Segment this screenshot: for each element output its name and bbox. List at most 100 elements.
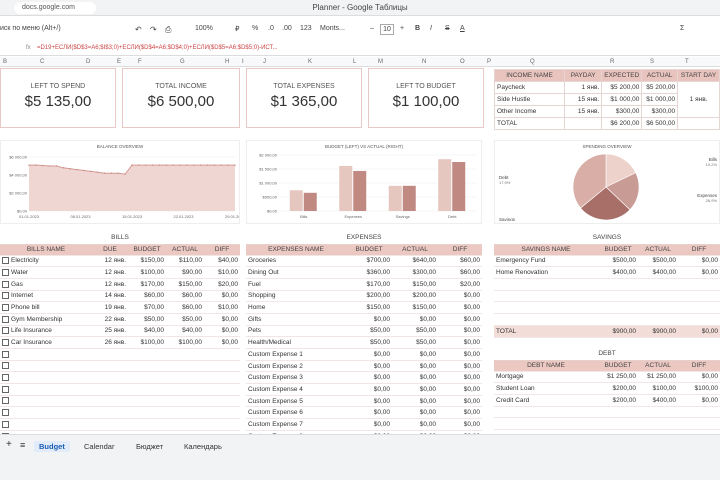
checkbox[interactable] — [2, 374, 9, 382]
table-row[interactable]: Pets $50,00 $50,00 $0,00 — [246, 325, 482, 338]
column-header-cell[interactable]: Q — [530, 59, 535, 65]
column-header-cell[interactable]: O — [460, 59, 465, 65]
cell[interactable]: $1 000,00 — [641, 93, 679, 106]
cell[interactable] — [92, 395, 128, 408]
cell[interactable]: $360,00 — [346, 266, 392, 279]
cell[interactable]: $0,00 — [204, 325, 240, 338]
functions-button[interactable]: Σ — [680, 25, 684, 32]
cell[interactable]: 12 янв. — [92, 278, 128, 291]
spending-overview-chart[interactable]: SPENDING OVERVIEW Debt 17,9% Bills 19,2% Exp… — [494, 140, 720, 227]
cell[interactable]: $0,00 — [438, 406, 482, 420]
cell[interactable]: $1 250,00 — [638, 371, 678, 384]
cell[interactable] — [598, 301, 638, 314]
cell[interactable] — [92, 406, 128, 420]
cell[interactable]: $60,00 — [438, 255, 482, 268]
cell[interactable]: $60,00 — [438, 266, 482, 279]
column-header-cell[interactable]: D — [86, 59, 90, 65]
cell[interactable] — [128, 383, 166, 396]
table-row[interactable]: Mortgage $1 250,00 $1 250,00 $0,00 — [494, 371, 720, 384]
cell[interactable]: Gifts — [246, 313, 346, 326]
table-row[interactable]: Health/Medical $50,00 $50,00 $0,00 — [246, 336, 482, 349]
table-row[interactable]: Groceries $700,00 $640,00 $60,00 — [246, 255, 482, 268]
cell[interactable] — [204, 383, 240, 396]
format-button[interactable]: 123 — [300, 25, 312, 32]
budget-vs-actual-chart[interactable]: BUDGET (LEFT) VS ACTUAL (RIGHT) $2 000,0… — [246, 140, 482, 224]
cell[interactable]: Custom Expense 2 — [246, 360, 346, 373]
tab-budget-ru[interactable]: Бюджет — [136, 442, 163, 451]
cell[interactable] — [638, 301, 678, 314]
decrease-decimal-button[interactable]: .0 — [268, 25, 274, 32]
checkbox[interactable] — [2, 397, 9, 405]
column-header-cell[interactable]: J — [263, 59, 266, 65]
cell[interactable] — [494, 290, 598, 303]
menu-search[interactable]: иск по меню (Alt+/) — [0, 25, 61, 32]
cell[interactable]: Credit Card — [494, 394, 598, 407]
cell[interactable]: $0,00 — [438, 348, 482, 361]
cell[interactable] — [128, 348, 166, 361]
cell[interactable]: $100,00 — [166, 336, 204, 349]
cell[interactable]: $100,00 — [128, 336, 166, 349]
cell[interactable] — [678, 301, 720, 314]
cell[interactable] — [598, 417, 638, 430]
empty-row[interactable] — [494, 406, 720, 419]
cell[interactable]: Paycheck — [493, 81, 566, 94]
cell[interactable]: $5 200,00 — [601, 81, 643, 94]
cell[interactable]: $60,00 — [166, 290, 204, 303]
cell[interactable]: Car Insurance — [0, 336, 92, 349]
cell[interactable] — [166, 383, 204, 396]
cell[interactable]: $150,00 — [346, 301, 392, 314]
cell[interactable] — [494, 406, 598, 419]
cell[interactable]: 12 янв. — [92, 255, 128, 268]
cell[interactable]: $700,00 — [346, 255, 392, 268]
cell[interactable]: $0,00 — [678, 371, 720, 384]
cell[interactable]: $500,00 — [598, 255, 638, 268]
empty-row[interactable] — [0, 348, 240, 361]
column-header-cell[interactable]: S — [650, 59, 654, 65]
cell[interactable] — [0, 395, 92, 408]
cell[interactable]: $200,00 — [598, 394, 638, 407]
empty-row[interactable] — [494, 417, 720, 430]
checkbox[interactable] — [2, 350, 9, 358]
table-row[interactable]: Gas 12 янв. $170,00 $150,00 $20,00 — [0, 278, 240, 291]
cell[interactable] — [92, 360, 128, 373]
cell[interactable]: Student Loan — [494, 382, 598, 395]
cell[interactable]: Phone bill — [0, 301, 92, 314]
cell[interactable] — [494, 313, 598, 326]
cell[interactable]: $60,00 — [166, 301, 204, 314]
cell[interactable] — [166, 395, 204, 408]
cell[interactable] — [92, 418, 128, 431]
cell[interactable] — [678, 290, 720, 303]
cell[interactable]: $10,00 — [204, 301, 240, 314]
checkbox[interactable] — [2, 315, 9, 323]
cell[interactable]: Custom Expense 5 — [246, 395, 346, 408]
checkbox[interactable] — [2, 339, 9, 347]
cell[interactable]: $60,00 — [128, 290, 166, 303]
cell[interactable] — [204, 406, 240, 420]
cell[interactable]: Internet — [0, 290, 92, 303]
cell[interactable]: $0,00 — [438, 336, 482, 349]
cell[interactable] — [494, 301, 598, 314]
cell[interactable]: $0,00 — [438, 313, 482, 326]
table-row[interactable]: Water 12 янв. $100,00 $90,00 $10,00 — [0, 266, 240, 279]
start-day-cell[interactable]: 1 янв. — [677, 81, 720, 118]
cell[interactable] — [166, 406, 204, 420]
italic-button[interactable]: I — [430, 25, 432, 32]
cell[interactable]: $0,00 — [392, 371, 438, 385]
column-header-cell[interactable]: F — [138, 59, 142, 65]
cell[interactable]: Home Renovation — [494, 266, 598, 279]
bold-button[interactable]: B — [415, 25, 420, 32]
cell[interactable]: $170,00 — [128, 278, 166, 291]
column-header-cell[interactable]: L — [353, 59, 356, 65]
cell[interactable]: Mortgage — [494, 371, 598, 384]
cell[interactable]: 12 янв. — [92, 266, 128, 279]
empty-row[interactable] — [494, 301, 720, 314]
cell[interactable]: $0,00 — [346, 418, 392, 431]
checkbox[interactable] — [2, 409, 9, 417]
empty-row[interactable] — [0, 383, 240, 396]
cell[interactable]: Other Income — [493, 105, 566, 118]
column-header-cell[interactable]: T — [685, 59, 689, 65]
cell[interactable]: $0,00 — [678, 266, 720, 279]
table-row[interactable]: Custom Expense 7 $0,00 $0,00 $0,00 — [246, 418, 482, 431]
checkbox[interactable] — [2, 420, 9, 428]
cell[interactable]: $0,00 — [346, 406, 392, 420]
